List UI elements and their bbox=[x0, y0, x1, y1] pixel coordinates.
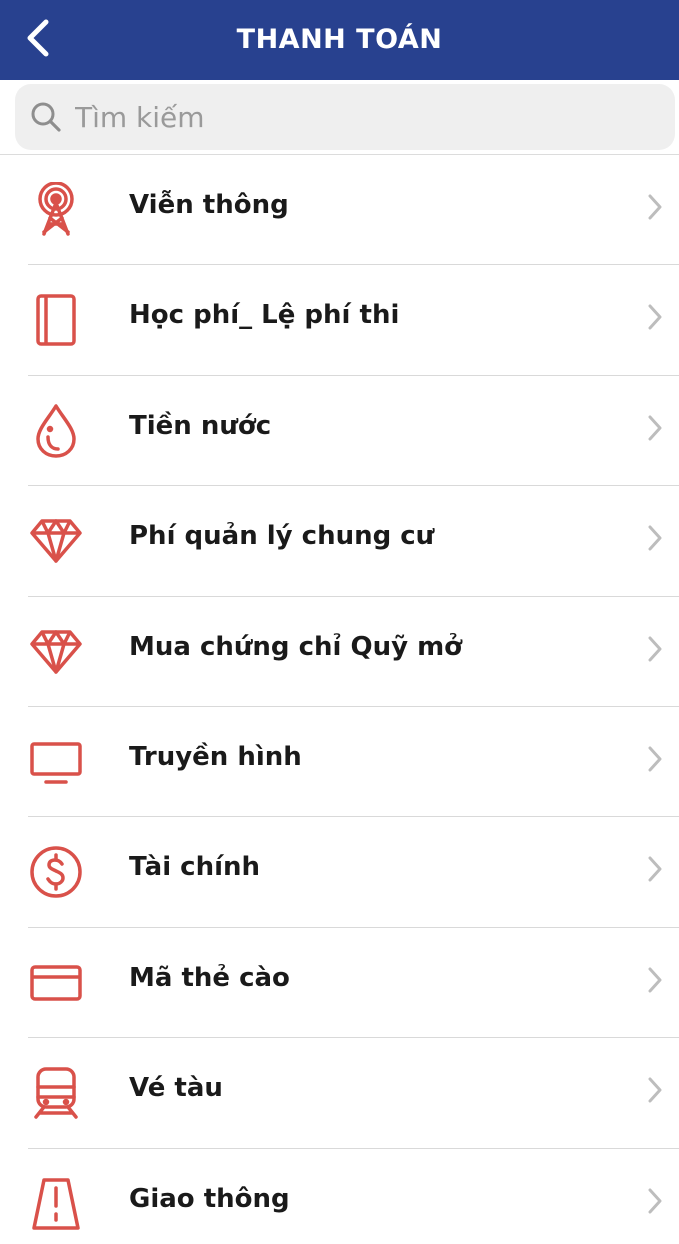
list-item-label: Viễn thông bbox=[129, 190, 289, 220]
chevron-right-icon bbox=[647, 635, 663, 663]
list-item-hoc-phi[interactable]: Học phí_ Lệ phí thi bbox=[0, 265, 679, 376]
list-item-tien-nuoc[interactable]: Tiền nước bbox=[0, 376, 679, 487]
chevron-right-icon bbox=[647, 193, 663, 221]
list-item-ve-tau[interactable]: Vé tàu bbox=[0, 1038, 679, 1149]
book-icon bbox=[28, 292, 84, 348]
card-icon bbox=[28, 955, 84, 1011]
search-input[interactable] bbox=[73, 99, 637, 135]
antenna-tower-icon bbox=[28, 182, 84, 238]
chevron-right-icon bbox=[647, 745, 663, 773]
payment-screen: THANH TOÁN Viễn thông bbox=[0, 0, 679, 1244]
diamond-icon bbox=[28, 624, 84, 680]
list-item-label: Vé tàu bbox=[129, 1073, 223, 1104]
search-bar bbox=[0, 80, 679, 155]
road-icon bbox=[28, 1176, 84, 1232]
list-item-label: Học phí_ Lệ phí thi bbox=[129, 300, 400, 331]
list-item-vien-thong[interactable]: Viễn thông bbox=[0, 155, 679, 266]
chevron-right-icon bbox=[647, 524, 663, 552]
list-item-label: Tài chính bbox=[129, 852, 261, 883]
page-title: THANH TOÁN bbox=[236, 24, 443, 55]
top-bar: THANH TOÁN bbox=[0, 0, 679, 80]
back-button[interactable] bbox=[14, 12, 62, 68]
list-item-phi-quan-ly[interactable]: Phí quản lý chung cư bbox=[0, 486, 679, 597]
diamond-icon bbox=[28, 513, 84, 569]
chevron-right-icon bbox=[647, 303, 663, 331]
tv-icon bbox=[28, 734, 84, 790]
chevron-left-icon bbox=[25, 18, 51, 62]
list-item-label: Phí quản lý chung cư bbox=[129, 521, 435, 552]
payment-category-list: Viễn thông Học phí_ Lệ phí thi Tiền nước… bbox=[0, 155, 679, 1244]
search-field[interactable] bbox=[15, 84, 675, 150]
train-icon bbox=[28, 1065, 84, 1121]
chevron-right-icon bbox=[647, 1187, 663, 1215]
list-item-tai-chinh[interactable]: Tài chính bbox=[0, 817, 679, 928]
list-item-label: Truyền hình bbox=[129, 741, 302, 772]
list-item-truyen-hinh[interactable]: Truyền hình bbox=[0, 707, 679, 818]
list-item-chung-chi-quy[interactable]: Mua chứng chỉ Quỹ mở bbox=[0, 597, 679, 707]
search-icon bbox=[29, 100, 63, 134]
chevron-right-icon bbox=[647, 414, 663, 442]
list-item-label: Mã thẻ cào bbox=[129, 962, 290, 993]
chevron-right-icon bbox=[647, 1076, 663, 1104]
chevron-right-icon bbox=[647, 966, 663, 994]
dollar-circle-icon bbox=[28, 844, 84, 900]
list-item-giao-thong[interactable]: Giao thông bbox=[0, 1149, 679, 1244]
water-drop-icon bbox=[28, 403, 84, 459]
list-item-label: Giao thông bbox=[129, 1183, 290, 1214]
chevron-right-icon bbox=[647, 855, 663, 883]
list-item-ma-the-cao[interactable]: Mã thẻ cào bbox=[0, 928, 679, 1039]
list-item-label: Tiền nước bbox=[129, 410, 272, 441]
list-item-label: Mua chứng chỉ Quỹ mở bbox=[129, 631, 463, 662]
